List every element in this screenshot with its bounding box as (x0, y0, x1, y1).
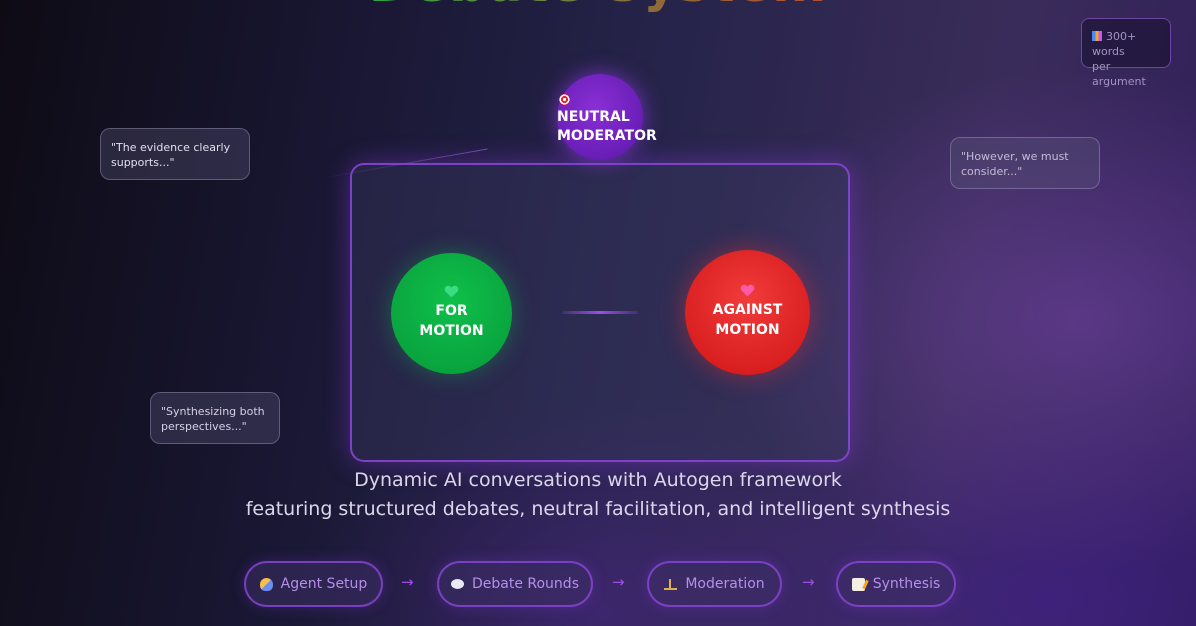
against-label-line1: AGAINST (712, 302, 783, 318)
arrow-icon: → (802, 573, 815, 591)
arrow-icon: → (401, 573, 414, 591)
stat-badge-line2: per argument (1092, 60, 1146, 88)
step-debate-rounds[interactable]: Debate Rounds (437, 561, 593, 607)
for-motion-agent[interactable]: FOR MOTION (391, 253, 512, 374)
pink-heart-icon (741, 285, 754, 297)
theater-masks-icon (259, 577, 273, 591)
step-label: Synthesis (872, 576, 941, 592)
step-moderation[interactable]: Moderation (647, 561, 782, 607)
subtitle-line1: Dynamic AI conversations with Autogen fr… (354, 469, 842, 491)
subtitle: Dynamic AI conversations with Autogen fr… (0, 466, 1196, 524)
for-label-line2: MOTION (419, 323, 484, 339)
against-label-line2: MOTION (715, 322, 780, 338)
speech-bubble-for: "The evidence clearly supports..." (100, 128, 250, 180)
arrow-icon: → (612, 573, 625, 591)
step-synthesis[interactable]: Synthesis (836, 561, 956, 607)
step-label: Agent Setup (280, 576, 368, 592)
moderator-agent[interactable]: NEUTRAL MODERATOR (557, 74, 657, 160)
for-label-line1: FOR (435, 303, 468, 319)
agent-connector (562, 311, 638, 314)
subtitle-line2: featuring structured debates, neutral fa… (245, 498, 951, 520)
against-motion-agent[interactable]: AGAINST MOTION (685, 250, 810, 375)
step-label: Debate Rounds (471, 576, 579, 592)
balance-scale-icon (664, 578, 678, 590)
moderator-label-line2: MODERATOR (557, 128, 657, 144)
bar-chart-icon (1092, 31, 1102, 41)
page-title: Debate System (0, 0, 1196, 14)
step-label: Moderation (685, 576, 765, 592)
target-icon (559, 94, 570, 105)
moderator-label-line1: NEUTRAL (557, 109, 630, 125)
step-agent-setup[interactable]: Agent Setup (244, 561, 383, 607)
memo-icon (851, 577, 865, 591)
speech-bubble-icon (450, 579, 464, 589)
stat-badge: 300+ words per argument (1081, 18, 1171, 88)
speech-bubble-against: "However, we must consider..." (950, 137, 1100, 189)
speech-bubble-synthesis: "Synthesizing both perspectives..." (150, 392, 280, 444)
green-heart-icon (445, 286, 458, 298)
